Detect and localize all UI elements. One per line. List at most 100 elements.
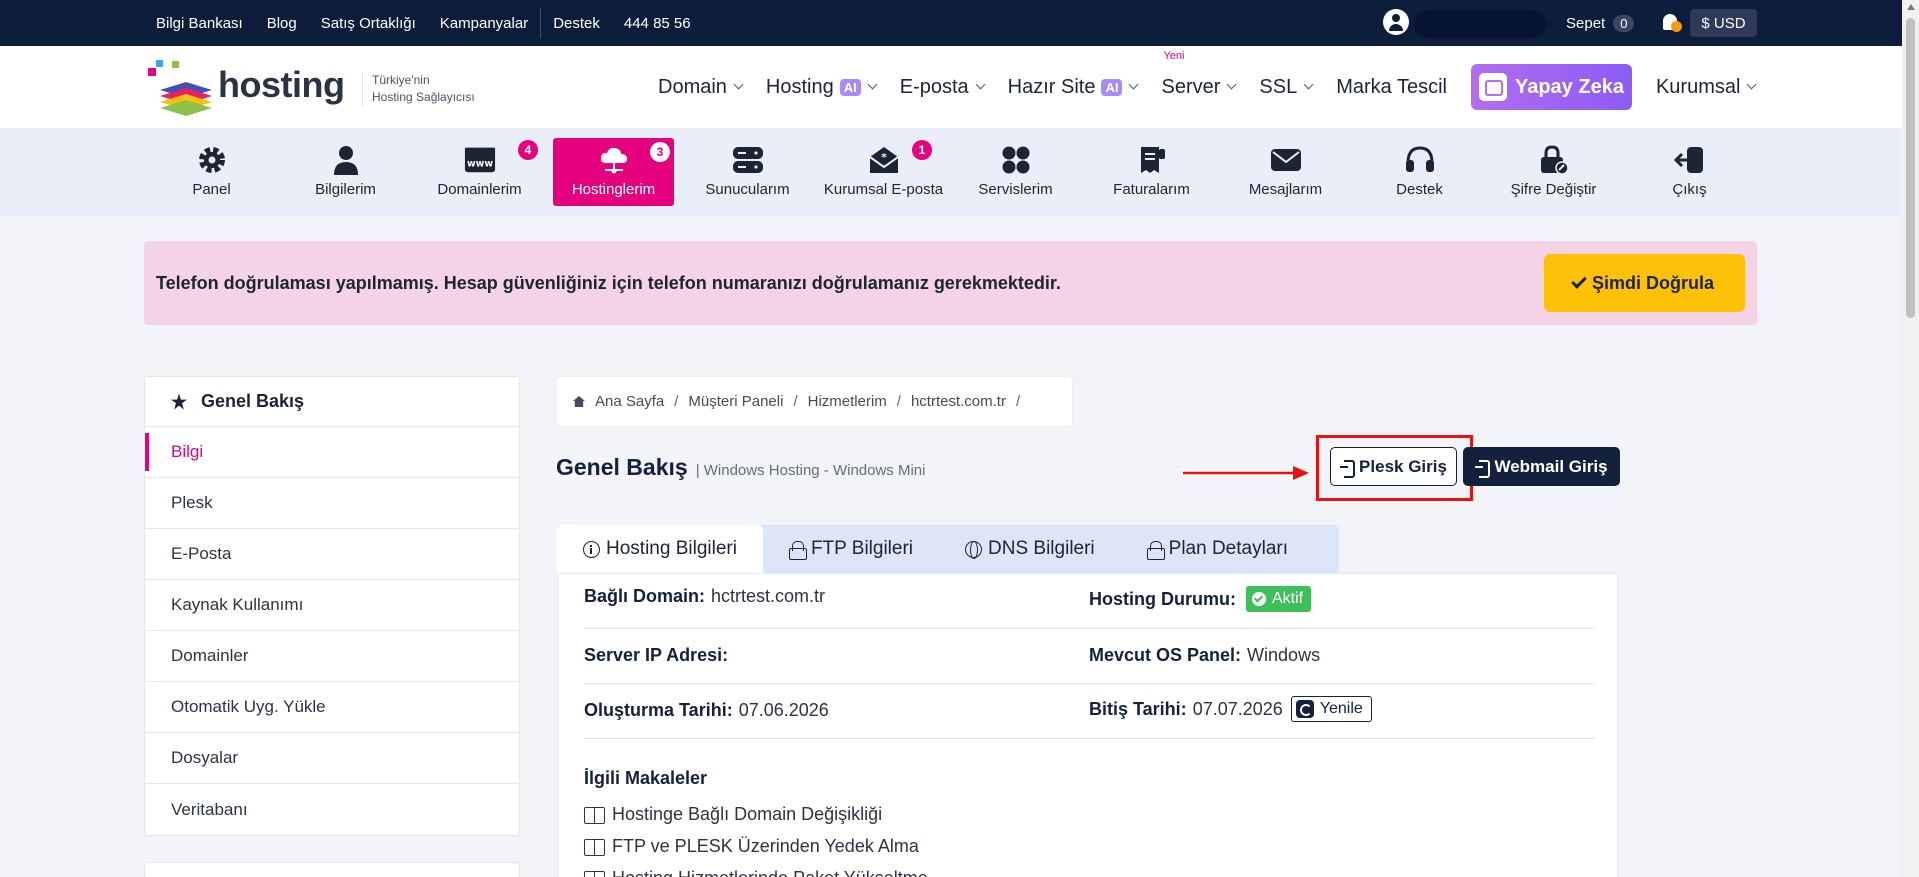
- nav-bilgilerim[interactable]: Bilgilerim: [285, 138, 406, 206]
- article-link[interactable]: Hosting Hizmetlerinde Paket Yükseltme: [584, 868, 928, 877]
- article-link[interactable]: FTP ve PLESK Üzerinden Yedek Alma: [584, 836, 919, 857]
- logo[interactable]: hosting: [146, 56, 346, 116]
- top-divider: [540, 8, 542, 38]
- sidebar-item-kaynak[interactable]: Kaynak Kullanımı: [145, 580, 519, 631]
- os-value: Windows: [1247, 645, 1321, 665]
- nav-marka-label: Marka Tescil: [1336, 75, 1447, 98]
- domain-count-badge: 4: [518, 140, 538, 160]
- breadcrumb-domain[interactable]: hctrtest.com.tr: [911, 393, 1006, 410]
- nav-sunucularim-label: Sunucularım: [705, 181, 790, 198]
- nav-kurumsal[interactable]: Kurumsal: [1656, 76, 1757, 99]
- nav-sunucularim[interactable]: Sunucularım: [687, 138, 808, 206]
- nav-hostinglerim[interactable]: Hostinglerim 3: [553, 138, 674, 206]
- scroll-thumb[interactable]: [1906, 18, 1915, 318]
- book-icon: [584, 870, 605, 877]
- nav-yapay-zeka[interactable]: Yapay Zeka: [1470, 64, 1632, 110]
- nav-faturalarim-label: Faturalarım: [1113, 181, 1190, 198]
- cart-count-badge: 0: [1613, 14, 1635, 32]
- nav-destek-label: Destek: [1396, 181, 1443, 198]
- webmail-login-button[interactable]: Webmail Giriş: [1463, 447, 1620, 486]
- nav-server-label: Server: [1161, 75, 1221, 98]
- chevron-down-icon: [1226, 79, 1237, 90]
- currency-selector[interactable]: $ USD: [1690, 9, 1757, 37]
- link-bilgi-bankasi[interactable]: Bilgi Bankası: [156, 15, 243, 32]
- nav-faturalarim[interactable]: Faturalarım: [1091, 138, 1212, 206]
- nav-eposta-label: E-posta: [899, 75, 969, 98]
- user-icon[interactable]: [1383, 9, 1409, 35]
- user-name-pill[interactable]: [1414, 10, 1546, 38]
- verify-now-label: Şimdi Doğrula: [1591, 272, 1714, 293]
- nav-servislerim[interactable]: Servislerim: [955, 138, 1076, 206]
- nav-destek[interactable]: Destek: [1359, 138, 1480, 206]
- ai-badge: AI: [839, 78, 861, 96]
- cloud-network-icon: [598, 145, 630, 175]
- sidebar-item-veritabani[interactable]: Veritabanı: [145, 784, 519, 835]
- nav-cikis[interactable]: Çıkış: [1629, 138, 1750, 206]
- nav-sifre-degistir[interactable]: Şifre Değiştir: [1493, 138, 1614, 206]
- status-badge: Aktif: [1245, 586, 1312, 612]
- lock-icon: [1146, 540, 1165, 560]
- plesk-login-label: Plesk Giriş: [1359, 456, 1447, 476]
- tab-dns-bilgileri[interactable]: DNS Bilgileri: [939, 525, 1121, 573]
- sidebar-item-plesk[interactable]: Plesk: [145, 478, 519, 529]
- sidebar-item-dosyalar[interactable]: Dosyalar: [145, 733, 519, 784]
- renew-button[interactable]: Yenile: [1290, 696, 1372, 722]
- star-icon: [171, 393, 187, 410]
- status-cell: Hosting Durumu: Aktif: [1089, 586, 1312, 612]
- os-cell: Mevcut OS Panel: Windows: [1089, 645, 1320, 666]
- link-destek[interactable]: Destek: [553, 15, 600, 32]
- breadcrumb-separator: /: [793, 393, 798, 410]
- headset-icon: [1404, 145, 1436, 175]
- breadcrumb-musteri-paneli[interactable]: Müşteri Paneli: [688, 393, 783, 410]
- plesk-login-button[interactable]: Plesk Giriş: [1330, 447, 1457, 486]
- nav-hosting[interactable]: Hosting AI: [766, 76, 878, 99]
- scroll-up-arrow-icon[interactable]: [1907, 4, 1915, 10]
- nav-panel[interactable]: Panel: [151, 138, 272, 206]
- tagline-line-1: Türkiye'nin: [372, 73, 430, 87]
- sidebar-item-eposta[interactable]: E-Posta: [145, 529, 519, 580]
- status-value: Aktif: [1271, 590, 1304, 607]
- breadcrumb-home[interactable]: Ana Sayfa: [595, 393, 664, 410]
- link-blog[interactable]: Blog: [267, 15, 297, 32]
- nav-ssl[interactable]: SSL: [1259, 76, 1314, 99]
- page-scrollbar[interactable]: [1902, 0, 1919, 877]
- sidebar-title: Genel Bakış: [201, 391, 305, 411]
- breadcrumb-hizmetlerim[interactable]: Hizmetlerim: [808, 393, 887, 410]
- verify-now-button[interactable]: Şimdi Doğrula: [1544, 254, 1745, 312]
- article-label: Hosting Hizmetlerinde Paket Yükseltme: [612, 868, 928, 877]
- domain-value: hctrtest.com.tr: [711, 586, 826, 606]
- new-badge: Yeni: [1163, 49, 1185, 62]
- bell-icon[interactable]: [1660, 12, 1682, 34]
- nav-server[interactable]: Yeni Server: [1161, 50, 1237, 99]
- book-icon: [584, 838, 605, 856]
- tab-ftp-bilgileri[interactable]: FTP Bilgileri: [763, 525, 939, 573]
- tab-hosting-bilgileri[interactable]: Hosting Bilgileri: [557, 525, 763, 573]
- nav-domainlerim[interactable]: www Domainlerim 4: [419, 138, 540, 206]
- link-kampanyalar[interactable]: Kampanyalar: [440, 15, 528, 32]
- logo-text: hosting: [218, 64, 345, 105]
- tab-ftp-label: FTP Bilgileri: [810, 538, 914, 559]
- sidebar-item-bilgi[interactable]: Bilgi: [145, 427, 519, 478]
- nav-hostinglerim-label: Hostinglerim: [571, 181, 656, 198]
- chevron-down-icon: [1746, 79, 1757, 90]
- link-satis-ortakligi[interactable]: Satış Ortaklığı: [321, 15, 416, 32]
- user-icon: [330, 145, 362, 175]
- info-row-domain-status: Bağlı Domain: hctrtest.com.tr Hosting Du…: [584, 574, 1594, 629]
- tab-plan-detaylari[interactable]: Plan Detayları: [1121, 525, 1314, 573]
- nav-marka-tescil[interactable]: Marka Tescil: [1336, 76, 1447, 99]
- nav-mesajlarim[interactable]: Mesajlarım: [1225, 138, 1346, 206]
- tab-hosting-label: Hosting Bilgileri: [606, 538, 737, 559]
- nav-hazir-site[interactable]: Hazır Site AI: [1008, 76, 1139, 99]
- account-icon-nav: Panel Bilgilerim www Domainlerim 4 Hosti…: [0, 128, 1902, 216]
- sidebar-item-otomatik[interactable]: Otomatik Uyg. Yükle: [145, 682, 519, 733]
- nav-kurumsal-eposta[interactable]: * Kurumsal E-posta 1: [821, 138, 946, 206]
- nav-domain[interactable]: Domain: [658, 76, 744, 99]
- nav-eposta[interactable]: E-posta: [899, 75, 986, 99]
- status-label: Hosting Durumu:: [1089, 588, 1236, 609]
- hosting-info-panel: Bağlı Domain: hctrtest.com.tr Hosting Du…: [557, 573, 1618, 877]
- article-link[interactable]: Hostinge Bağlı Domain Değişikliği: [584, 804, 882, 825]
- phone-number[interactable]: 444 85 56: [624, 15, 691, 32]
- svg-text:*: *: [881, 151, 887, 164]
- cart-button[interactable]: Sepet 0: [1566, 0, 1635, 46]
- sidebar-item-domainler[interactable]: Domainler: [145, 631, 519, 682]
